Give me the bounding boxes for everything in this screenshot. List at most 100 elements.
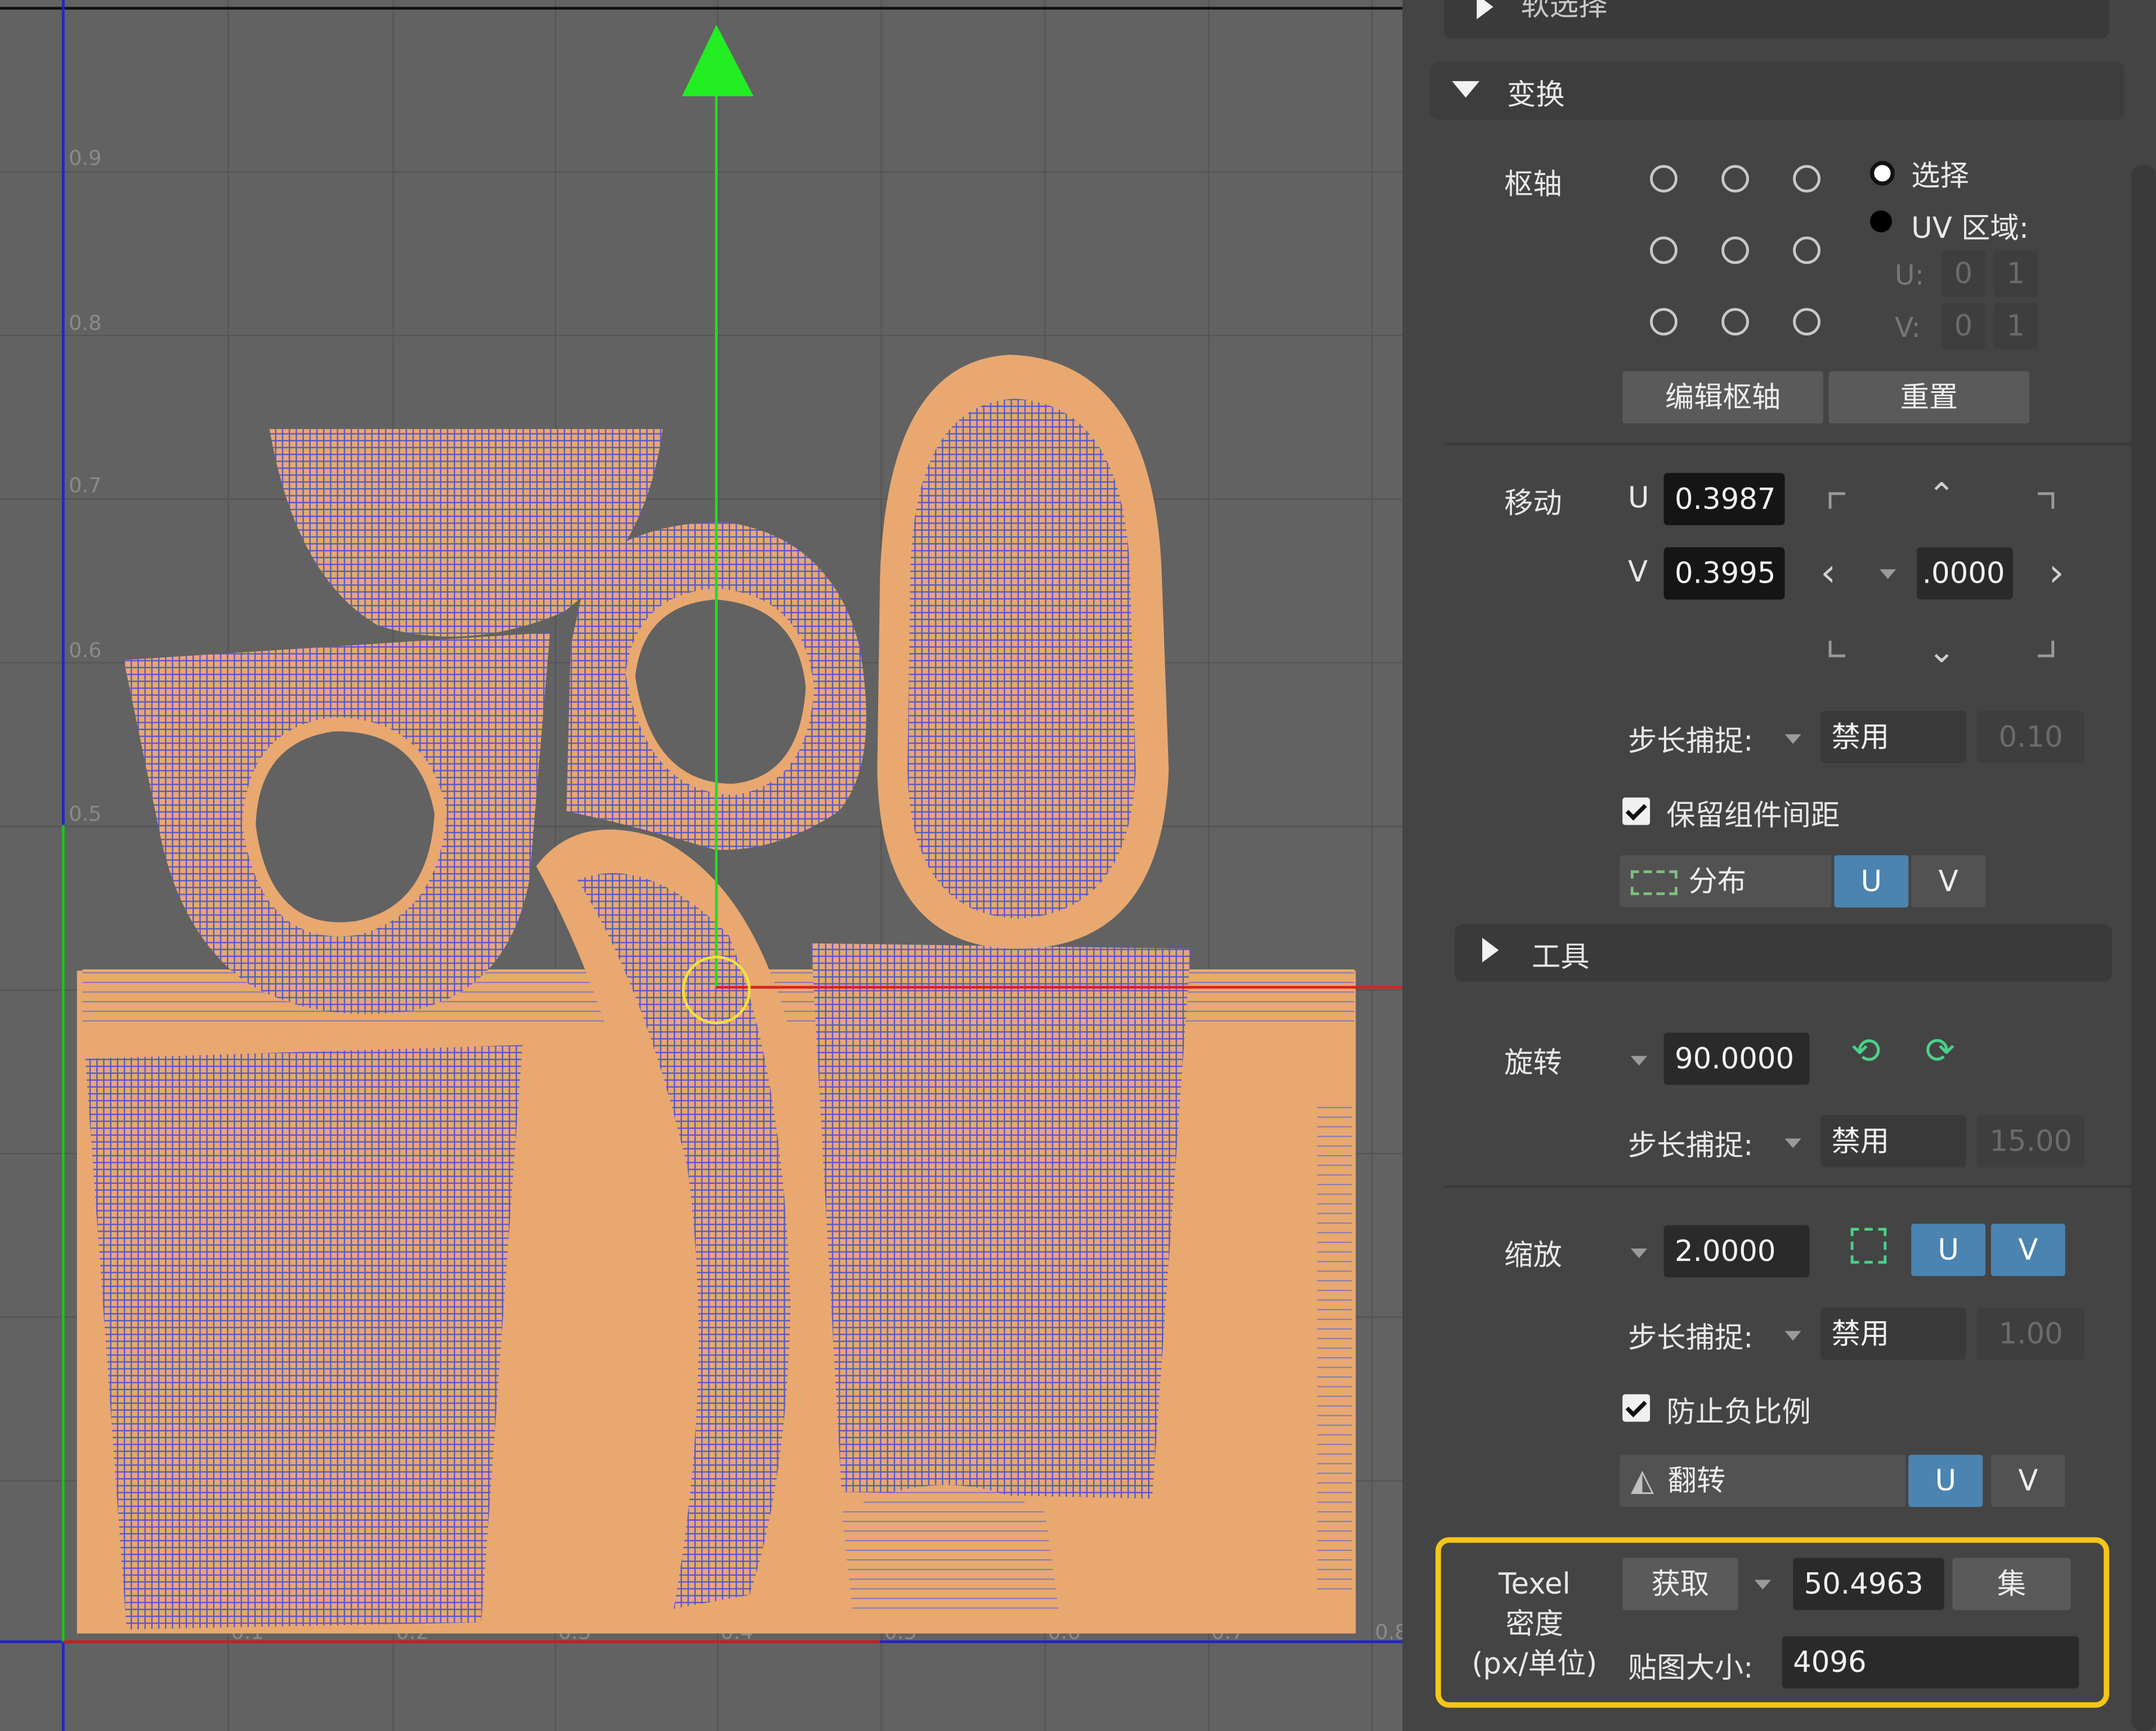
rotate-snap-label: 步长捕捉: (1628, 1129, 1754, 1162)
flip-u-toggle[interactable]: U (1908, 1455, 1983, 1508)
tick-v-0.8: 0.8 (69, 311, 101, 335)
pivot-v-min: 0 (1941, 302, 1986, 350)
scale-snap-mode[interactable]: 禁用 (1820, 1307, 1966, 1360)
prevent-negative-checkbox[interactable] (1622, 1394, 1650, 1422)
scale-dropdown-icon[interactable] (1630, 1248, 1648, 1258)
transform-header[interactable]: 变换 (1430, 61, 2124, 120)
distribute-icon (1630, 870, 1678, 896)
texel-set-button[interactable]: 集 (1952, 1558, 2071, 1611)
scale-field[interactable]: 2.0000 (1663, 1225, 1810, 1278)
pivot-radio-mr[interactable] (1793, 236, 1820, 264)
move-down-icon[interactable]: ⌃ (1927, 630, 1955, 668)
texel-density-label: Texel 密度 (px/单位) (1471, 1567, 1598, 1680)
soft-select-header[interactable]: 软选择 (1443, 0, 2109, 39)
move-snap-dropdown-icon[interactable] (1784, 734, 1801, 744)
move-v-arrow[interactable] (682, 24, 754, 96)
pivot-radio-tr[interactable] (1793, 165, 1820, 193)
flip-button[interactable]: ◭ 翻转 (1620, 1455, 1906, 1508)
move-right-icon[interactable]: › (2048, 550, 2064, 596)
uv-toolkit-panel: 软选择 变换 枢轴 选择 UV 区域: U: 0 1 V: 0 1 编辑枢轴 重… (1402, 0, 2156, 1731)
pivot-v-max: 1 (1993, 302, 2038, 350)
move-down-right-icon[interactable] (2037, 641, 2055, 657)
keep-spacing-checkbox[interactable] (1622, 797, 1650, 825)
pivot-select-label: 选择 (1911, 159, 1969, 193)
flip-v-toggle[interactable]: V (1991, 1455, 2065, 1508)
scale-uniform-icon[interactable] (1850, 1228, 1887, 1264)
move-up-left-icon[interactable] (1828, 492, 1845, 509)
move-left-icon[interactable]: ‹ (1820, 550, 1836, 596)
rotate-label: 旋转 (1504, 1046, 1562, 1080)
pivot-radio-bl[interactable] (1650, 308, 1678, 336)
panel-scrollbar[interactable] (2131, 165, 2156, 1731)
texel-density-field[interactable]: 50.4963 (1793, 1558, 1944, 1611)
scale-u-toggle[interactable]: U (1911, 1223, 1986, 1276)
pivot-uv-region-radio[interactable] (1869, 210, 1892, 232)
edit-pivot-button[interactable]: 编辑枢轴 (1622, 371, 1823, 424)
scale-v-toggle[interactable]: V (1991, 1223, 2065, 1276)
move-snap-label: 步长捕捉: (1628, 724, 1754, 758)
expand-icon (1482, 937, 1499, 963)
move-snap-mode[interactable]: 禁用 (1820, 710, 1966, 763)
distribute-u-toggle[interactable]: U (1834, 855, 1909, 908)
tick-u-0.8: 0.8 (1375, 1620, 1403, 1644)
distribute-v-toggle[interactable]: V (1911, 855, 1986, 908)
scale-snap-label: 步长捕捉: (1628, 1321, 1754, 1354)
move-snap-value: 0.10 (1977, 710, 2085, 763)
move-up-icon[interactable]: ⌃ (1927, 476, 1955, 514)
texel-get-button[interactable]: 获取 (1622, 1558, 1738, 1611)
pivot-radio-br[interactable] (1793, 308, 1820, 336)
rotate-cw-icon[interactable]: ⟳ (1925, 1031, 1955, 1072)
scale-snap-dropdown-icon[interactable] (1784, 1331, 1801, 1341)
pivot-uv-region-label: UV 区域: (1911, 212, 2029, 245)
soft-select-title: 软选择 (1520, 0, 1608, 23)
pivot-radio-tl[interactable] (1650, 165, 1678, 193)
rotate-snap-mode[interactable]: 禁用 (1820, 1115, 1966, 1168)
rotate-snap-value: 15.00 (1977, 1115, 2085, 1168)
keep-spacing-label: 保留组件间距 (1666, 799, 1840, 832)
pivot-radio-mc[interactable] (1721, 236, 1749, 264)
tools-title: 工具 (1532, 940, 1590, 974)
pivot-u-min: 0 (1941, 250, 1986, 297)
expand-icon (1477, 0, 1493, 20)
transform-title: 变换 (1507, 78, 1565, 111)
scale-snap-value: 1.00 (1977, 1307, 2085, 1360)
pivot-u-max: 1 (1993, 250, 2038, 297)
pivot-radio-ml[interactable] (1650, 236, 1678, 264)
flip-icon: ◭ (1630, 1464, 1654, 1499)
pivot-radio-tc[interactable] (1721, 165, 1749, 193)
tick-v-0.7: 0.7 (69, 473, 101, 497)
pivot-select-radio[interactable] (1869, 160, 1895, 186)
rotate-ccw-icon[interactable]: ⟲ (1851, 1031, 1881, 1072)
prevent-negative-label: 防止负比例 (1666, 1395, 1811, 1429)
move-down-left-icon[interactable] (1828, 641, 1845, 657)
uv-canvas[interactable]: 0.9 0.8 0.7 0.6 0.5 0.1 0.2 0.3 0.4 0.5 … (0, 0, 1402, 1731)
distribute-button[interactable]: 分布 (1620, 855, 1832, 908)
reset-pivot-button[interactable]: 重置 (1828, 371, 2030, 424)
map-size-label: 贴图大小: (1628, 1651, 1754, 1685)
pivot-u-label: U: (1894, 258, 1925, 292)
tick-v-0.5: 0.5 (69, 802, 101, 826)
map-size-field[interactable]: 4096 (1782, 1636, 2079, 1689)
distribute-label: 分布 (1688, 865, 1747, 898)
pivot-label: 枢轴 (1504, 167, 1562, 201)
collapse-icon (1452, 81, 1480, 98)
texel-dropdown-icon[interactable] (1754, 1580, 1772, 1590)
uv-editor-viewport[interactable]: 0.9 0.8 0.7 0.6 0.5 0.1 0.2 0.3 0.4 0.5 … (0, 0, 1403, 1731)
rotate-field[interactable]: 90.0000 (1663, 1032, 1810, 1085)
move-up-right-icon[interactable] (2037, 492, 2055, 509)
move-v-field[interactable]: 0.3995 (1663, 547, 1785, 600)
move-v-label: V (1628, 555, 1648, 589)
pivot-v-label: V: (1894, 311, 1921, 344)
move-u-field[interactable]: 0.3987 (1663, 473, 1785, 526)
tools-header[interactable]: 工具 (1455, 924, 2112, 982)
move-step-dropdown[interactable] (1879, 569, 1896, 579)
uv-shell-left-lower (85, 1045, 523, 1630)
pivot-radio-bc[interactable] (1721, 308, 1749, 336)
move-u-label: U (1628, 481, 1649, 515)
scale-label: 缩放 (1504, 1238, 1562, 1272)
move-step-field[interactable]: .0000 (1916, 547, 2013, 600)
rotate-snap-dropdown-icon[interactable] (1784, 1138, 1801, 1148)
uv-shell-right-lower (811, 943, 1191, 1499)
rotate-dropdown-icon[interactable] (1630, 1055, 1648, 1066)
move-label: 移动 (1504, 486, 1562, 520)
